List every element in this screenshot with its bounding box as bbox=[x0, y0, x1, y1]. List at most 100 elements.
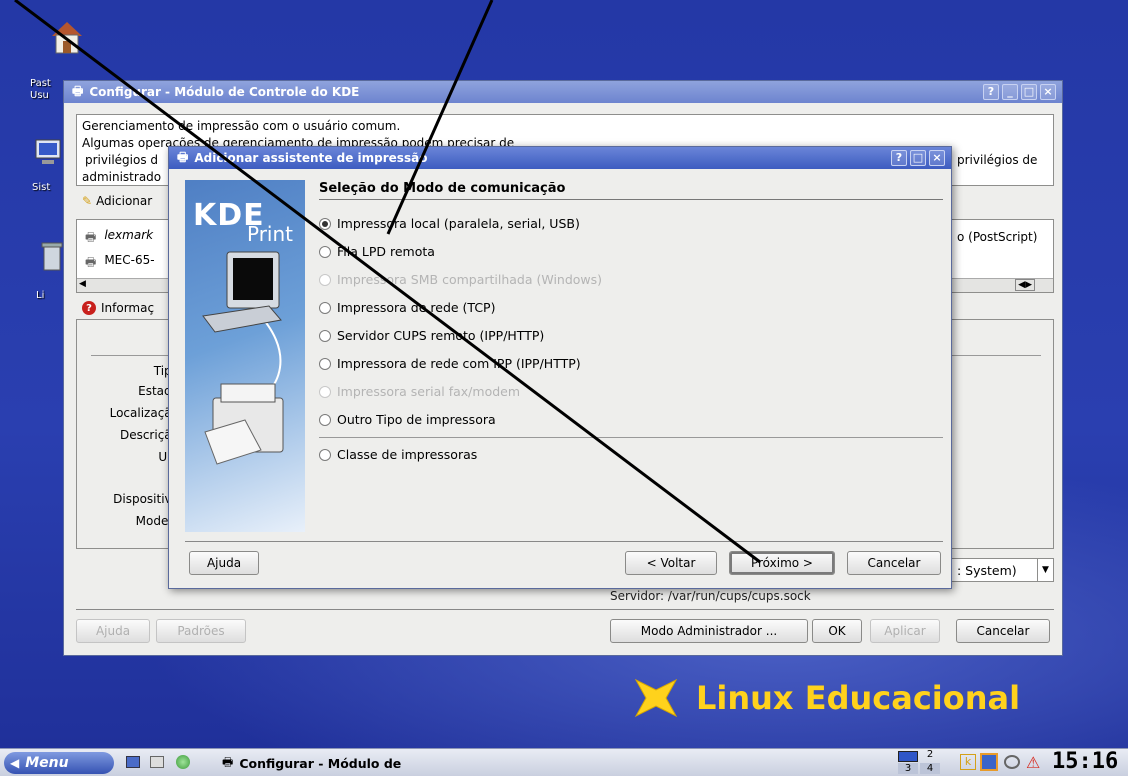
admin-mode-button[interactable]: Modo Administrador ... bbox=[610, 619, 808, 643]
taskbar: ◀ Menu 🖶 Configurar - Módulo de 2 3 4 k … bbox=[0, 748, 1128, 776]
separator bbox=[76, 609, 1054, 610]
ok-button[interactable]: OK bbox=[812, 619, 862, 643]
option-label: Impressora de rede com IPP (IPP/HTTP) bbox=[337, 356, 581, 371]
computer-icon[interactable] bbox=[34, 138, 62, 168]
description-line-3-right: privilégios de bbox=[957, 153, 1038, 167]
desktop-pager[interactable]: 2 3 4 bbox=[898, 749, 940, 775]
minimize-icon[interactable]: _ bbox=[1002, 84, 1018, 100]
task-button[interactable]: 🖶 Configurar - Módulo de bbox=[222, 753, 401, 773]
printer-name: MEC-65- bbox=[104, 253, 155, 267]
computer-printer-illustration bbox=[202, 251, 284, 465]
option-label: Fila LPD remota bbox=[337, 244, 435, 259]
radio-button bbox=[319, 385, 331, 398]
option-smb-shared: Impressora SMB compartilhada (Windows) bbox=[319, 272, 602, 287]
desktop-label-user: Usu bbox=[30, 90, 49, 101]
info-tab[interactable]: ? Informaç bbox=[82, 301, 154, 315]
system-combo[interactable]: : System) ▼ bbox=[944, 558, 1054, 582]
radio-button[interactable] bbox=[319, 245, 331, 258]
close-icon[interactable]: × bbox=[1040, 84, 1056, 100]
brand-text: Linux Educacional bbox=[696, 679, 1021, 717]
description-line-1: Gerenciamento de impressão com o usuário… bbox=[82, 119, 401, 133]
kde-print-banner: KDE Print bbox=[185, 180, 305, 532]
main-help-button[interactable]: Ajuda bbox=[76, 619, 150, 643]
field-location: Localização bbox=[109, 406, 179, 420]
printer-icon: 🖶 bbox=[85, 255, 97, 269]
radio-button[interactable] bbox=[319, 301, 331, 314]
network-icon[interactable] bbox=[1004, 755, 1020, 769]
radio-button[interactable] bbox=[319, 217, 331, 230]
radio-button[interactable] bbox=[319, 413, 331, 426]
help-icon[interactable]: ? bbox=[983, 84, 999, 100]
wand-icon: ✎ bbox=[82, 194, 93, 208]
wizard-cancel-button[interactable]: Cancelar bbox=[847, 551, 941, 575]
option-printer-class[interactable]: Classe de impressoras bbox=[319, 447, 477, 462]
pager-desktop-1[interactable] bbox=[898, 751, 918, 762]
option-other-type[interactable]: Outro Tipo de impressora bbox=[319, 412, 496, 427]
radio-button[interactable] bbox=[319, 357, 331, 370]
browser-icon[interactable] bbox=[176, 755, 190, 769]
close-icon[interactable]: × bbox=[929, 150, 945, 166]
desktop-label-home: Past bbox=[30, 78, 51, 89]
pager-desktop-4[interactable]: 4 bbox=[920, 763, 940, 774]
trash-icon[interactable] bbox=[40, 240, 64, 272]
clipboard-icon[interactable] bbox=[980, 753, 998, 771]
field-type: Tipo bbox=[153, 364, 179, 378]
radio-button[interactable] bbox=[319, 448, 331, 461]
field-model: Modelo bbox=[135, 514, 179, 528]
wizard-help-button[interactable]: Ajuda bbox=[189, 551, 259, 575]
main-window-title: Configurar - Módulo de Controle do KDE bbox=[89, 85, 360, 99]
option-local-printer[interactable]: Impressora local (paralela, serial, USB) bbox=[319, 216, 580, 231]
wizard-titlebar[interactable]: 🖶 Adicionar assistente de impressão ? □ … bbox=[169, 147, 951, 169]
separator bbox=[319, 437, 943, 438]
next-button[interactable]: Próximo > bbox=[729, 551, 835, 575]
desktop-label-trash: Li bbox=[36, 290, 45, 301]
option-remote-lpd[interactable]: Fila LPD remota bbox=[319, 244, 435, 259]
menu-button[interactable]: ◀ Menu bbox=[4, 752, 114, 774]
wizard-title: Adicionar assistente de impressão bbox=[194, 151, 428, 165]
option-network-ipp[interactable]: Impressora de rede com IPP (IPP/HTTP) bbox=[319, 356, 581, 371]
maximize-icon[interactable]: □ bbox=[910, 150, 926, 166]
option-label: Servidor CUPS remoto (IPP/HTTP) bbox=[337, 328, 545, 343]
printer-icon: 🖶 bbox=[85, 230, 97, 244]
menu-arrow-icon: ◀ bbox=[10, 756, 20, 770]
field-state: Estado bbox=[138, 384, 179, 398]
description-line-4: administrado bbox=[82, 170, 162, 184]
main-cancel-button[interactable]: Cancelar bbox=[956, 619, 1050, 643]
update-warning-icon[interactable]: ⚠ bbox=[1026, 753, 1040, 772]
scroll-left-icon[interactable]: ◀ bbox=[79, 279, 86, 289]
option-label: Impressora local (paralela, serial, USB) bbox=[337, 216, 580, 231]
pager-desktop-2[interactable]: 2 bbox=[920, 749, 940, 760]
option-network-tcp[interactable]: Impressora de rede (TCP) bbox=[319, 300, 495, 315]
home-folder-icon[interactable] bbox=[50, 20, 84, 54]
main-window-titlebar[interactable]: 🖶 Configurar - Módulo de Controle do KDE… bbox=[64, 81, 1062, 103]
printer-icon: 🖶 bbox=[72, 83, 84, 98]
chevron-down-icon[interactable]: ▼ bbox=[1037, 559, 1053, 581]
defaults-button[interactable]: Padrões bbox=[156, 619, 246, 643]
help-circle-icon: ? bbox=[82, 301, 96, 315]
option-remote-cups[interactable]: Servidor CUPS remoto (IPP/HTTP) bbox=[319, 328, 544, 343]
apply-button[interactable]: Aplicar bbox=[870, 619, 940, 643]
clock[interactable]: 15:16 bbox=[1052, 749, 1118, 774]
option-label: Classe de impressoras bbox=[337, 447, 478, 462]
kde-tray-icon[interactable]: k bbox=[960, 754, 976, 770]
printer-row-mec[interactable]: 🖶 MEC-65- bbox=[85, 253, 155, 274]
scroll-right-icon[interactable]: ◀▶ bbox=[1015, 279, 1035, 291]
option-label: Impressora SMB compartilhada (Windows) bbox=[337, 272, 603, 287]
separator bbox=[185, 541, 943, 542]
wizard-heading: Seleção do Modo de comunicação bbox=[319, 181, 566, 196]
help-icon[interactable]: ? bbox=[891, 150, 907, 166]
add-printer-wizard: 🖶 Adicionar assistente de impressão ? □ … bbox=[168, 146, 952, 589]
terminal-icon[interactable] bbox=[150, 756, 164, 768]
back-button[interactable]: < Voltar bbox=[625, 551, 717, 575]
radio-button[interactable] bbox=[319, 329, 331, 342]
description-line-3: privilégios d bbox=[85, 153, 159, 167]
add-printer-toolbar-button[interactable]: ✎ Adicionar bbox=[82, 194, 152, 208]
pager-desktop-3[interactable]: 3 bbox=[898, 763, 918, 774]
maximize-icon[interactable]: □ bbox=[1021, 84, 1037, 100]
system-combo-value: : System) bbox=[957, 562, 1017, 578]
printer-icon: 🖶 bbox=[177, 149, 189, 164]
show-desktop-icon[interactable] bbox=[126, 756, 140, 768]
option-label: Impressora serial fax/modem bbox=[337, 384, 521, 399]
printer-row-lexmark[interactable]: 🖶 lexmark bbox=[85, 228, 153, 249]
task-label: Configurar - Módulo de bbox=[239, 755, 402, 771]
